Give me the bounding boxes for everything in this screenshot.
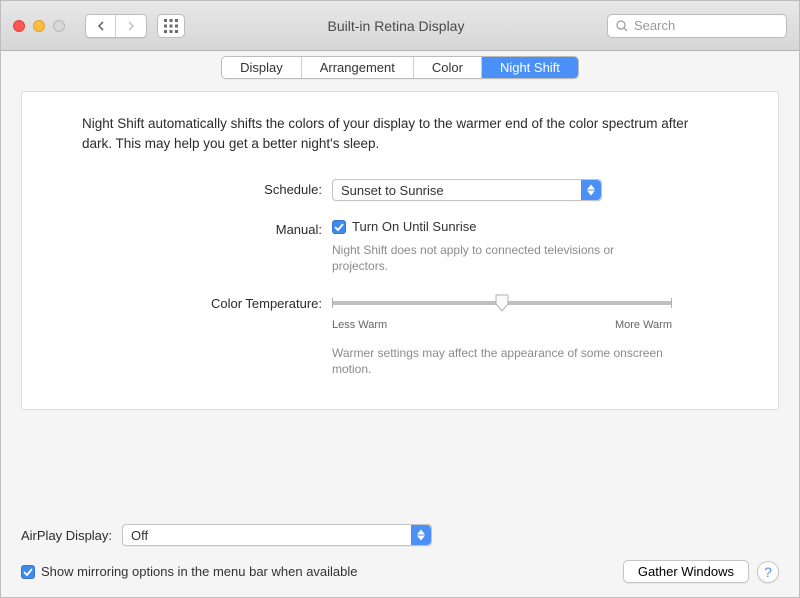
schedule-select[interactable]: Sunset to Sunrise — [332, 179, 602, 201]
help-button[interactable]: ? — [757, 561, 779, 583]
manual-group: Turn On Until Sunrise Night Shift does n… — [332, 219, 672, 274]
mirror-checkbox[interactable] — [21, 565, 35, 579]
grid-icon — [164, 19, 178, 33]
gather-windows-button[interactable]: Gather Windows — [623, 560, 749, 583]
color-temp-label: Color Temperature: — [82, 293, 322, 311]
tab-night-shift[interactable]: Night Shift — [482, 57, 578, 78]
search-icon — [616, 20, 628, 32]
description-text: Night Shift automatically shifts the col… — [22, 104, 778, 179]
manual-help-text: Night Shift does not apply to connected … — [332, 242, 672, 274]
content-area: Display Arrangement Color Night Shift Ni… — [1, 51, 799, 597]
slider-thumb[interactable] — [494, 294, 510, 312]
mirror-checkbox-label: Show mirroring options in the menu bar w… — [41, 564, 358, 579]
schedule-value: Sunset to Sunrise — [341, 183, 444, 198]
color-temp-group: Less Warm More Warm Warmer settings may … — [332, 293, 672, 377]
close-button[interactable] — [13, 20, 25, 32]
traffic-lights — [13, 20, 65, 32]
nav-buttons — [85, 14, 147, 38]
tab-color[interactable]: Color — [414, 57, 482, 78]
system-preferences-window: Built-in Retina Display Display Arrangem… — [0, 0, 800, 598]
checkmark-icon — [334, 222, 344, 232]
slider-label-max: More Warm — [615, 319, 672, 331]
select-arrows-icon — [411, 525, 431, 545]
titlebar: Built-in Retina Display — [1, 1, 799, 51]
manual-checkbox-label: Turn On Until Sunrise — [352, 219, 477, 234]
manual-checkbox[interactable] — [332, 220, 346, 234]
forward-button[interactable] — [116, 15, 146, 37]
color-temp-slider[interactable] — [332, 293, 672, 313]
select-arrows-icon — [581, 180, 601, 200]
show-all-button[interactable] — [157, 14, 185, 38]
airplay-select[interactable]: Off — [122, 524, 432, 546]
checkmark-icon — [23, 567, 33, 577]
night-shift-panel: Night Shift automatically shifts the col… — [21, 91, 779, 410]
manual-label: Manual: — [82, 219, 322, 237]
footer: AirPlay Display: Off Show mirroring opti… — [21, 508, 779, 583]
maximize-button — [53, 20, 65, 32]
tab-display[interactable]: Display — [222, 57, 302, 78]
tabs: Display Arrangement Color Night Shift — [21, 56, 779, 79]
airplay-value: Off — [131, 528, 148, 543]
slider-label-min: Less Warm — [332, 319, 387, 331]
color-temp-help: Warmer settings may affect the appearanc… — [332, 345, 672, 377]
search-input[interactable] — [634, 18, 778, 33]
slider-thumb-icon — [494, 294, 510, 312]
form: Schedule: Sunset to Sunrise Manual: Turn… — [22, 179, 778, 409]
airplay-label: AirPlay Display: — [21, 528, 112, 543]
search-box[interactable] — [607, 14, 787, 38]
back-button[interactable] — [86, 15, 116, 37]
schedule-label: Schedule: — [82, 179, 322, 197]
chevron-left-icon — [96, 21, 106, 31]
minimize-button[interactable] — [33, 20, 45, 32]
chevron-right-icon — [126, 21, 136, 31]
tab-arrangement[interactable]: Arrangement — [302, 57, 414, 78]
window-title: Built-in Retina Display — [195, 18, 597, 34]
